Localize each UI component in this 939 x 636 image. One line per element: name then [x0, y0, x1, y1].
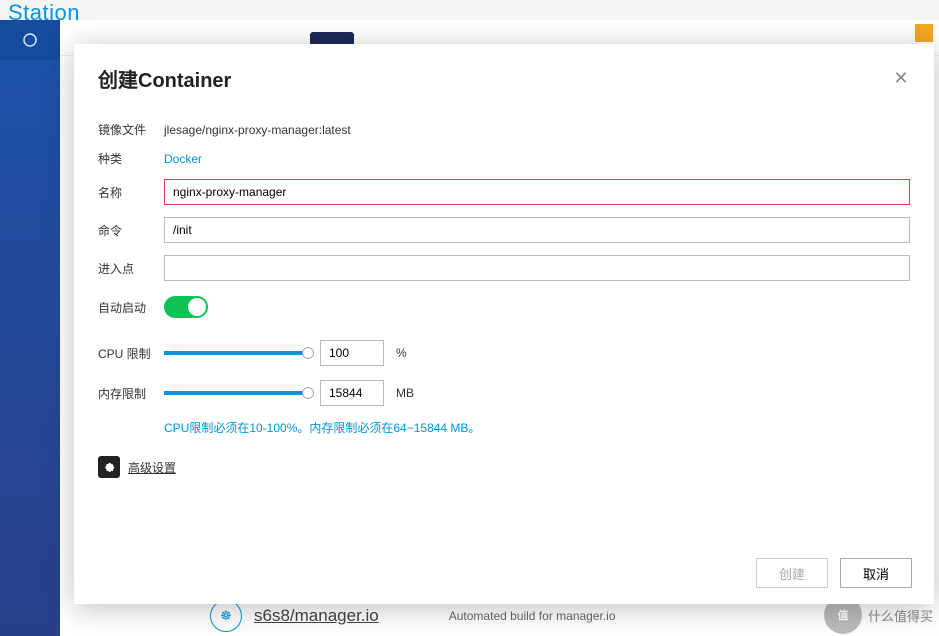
- cpu-limit-unit: %: [396, 346, 407, 360]
- row-name: 名称: [98, 179, 910, 205]
- folder-icon: [915, 24, 933, 42]
- mem-limit-input[interactable]: [320, 380, 384, 406]
- cpu-limit-input[interactable]: [320, 340, 384, 366]
- row-advanced: 高级设置: [98, 456, 910, 478]
- row-command: 命令: [98, 217, 910, 243]
- cpu-slider-fill: [164, 351, 308, 355]
- create-container-dialog: 创建Container ✕ 镜像文件 jlesage/nginx-proxy-m…: [74, 44, 934, 604]
- row-mem-limit: 内存限制 MB: [98, 379, 910, 407]
- toggle-knob: [188, 298, 206, 316]
- row-entrypoint: 进入点: [98, 255, 910, 281]
- dialog-body: 镜像文件 jlesage/nginx-proxy-manager:latest …: [74, 101, 934, 548]
- label-command: 命令: [98, 222, 164, 239]
- cancel-button[interactable]: 取消: [840, 558, 912, 588]
- dialog-footer: 创建 取消: [74, 548, 934, 604]
- mem-limit-unit: MB: [396, 386, 414, 400]
- dialog-header: 创建Container ✕: [74, 44, 934, 101]
- create-button[interactable]: 创建: [756, 558, 828, 588]
- app-title-partial: Station: [0, 0, 939, 20]
- overview-icon[interactable]: [0, 20, 60, 60]
- label-entrypoint: 进入点: [98, 260, 164, 277]
- advanced-settings-link[interactable]: 高级设置: [128, 459, 176, 476]
- docker-icon: ☸: [210, 600, 242, 632]
- close-icon[interactable]: ✕: [892, 70, 910, 88]
- app-sidebar: [0, 20, 60, 636]
- mem-slider-fill: [164, 391, 308, 395]
- row-kind: 种类 Docker: [98, 150, 910, 167]
- label-kind: 种类: [98, 150, 164, 167]
- label-mem-limit: 内存限制: [98, 385, 164, 402]
- dialog-title: 创建Container: [98, 64, 231, 93]
- label-name: 名称: [98, 184, 164, 201]
- watermark-text: 什么值得买: [868, 606, 933, 625]
- cpu-limit-slider[interactable]: [164, 351, 308, 355]
- mem-slider-thumb[interactable]: [302, 387, 314, 399]
- cpu-slider-thumb[interactable]: [302, 347, 314, 359]
- value-kind[interactable]: Docker: [164, 152, 910, 166]
- limit-hint-text: CPU限制必须在10-100%。内存限制必须在64−15844 MB。: [164, 421, 480, 435]
- name-input[interactable]: [164, 179, 910, 205]
- image-repo-desc: Automated build for manager.io: [449, 609, 616, 623]
- label-autostart: 自动启动: [98, 299, 164, 316]
- row-cpu-limit: CPU 限制 %: [98, 339, 910, 367]
- entrypoint-input[interactable]: [164, 255, 910, 281]
- row-hint: CPU限制必须在10-100%。内存限制必须在64−15844 MB。: [98, 419, 910, 436]
- label-image-file: 镜像文件: [98, 121, 164, 138]
- command-input[interactable]: [164, 217, 910, 243]
- autostart-toggle[interactable]: [164, 296, 208, 318]
- row-image-file: 镜像文件 jlesage/nginx-proxy-manager:latest: [98, 121, 910, 138]
- label-cpu-limit: CPU 限制: [98, 345, 164, 362]
- image-repo-name[interactable]: s6s8/manager.io: [254, 606, 379, 626]
- gear-icon[interactable]: [98, 456, 120, 478]
- row-autostart: 自动启动: [98, 293, 910, 321]
- mem-limit-slider[interactable]: [164, 391, 308, 395]
- value-image-file: jlesage/nginx-proxy-manager:latest: [164, 123, 910, 137]
